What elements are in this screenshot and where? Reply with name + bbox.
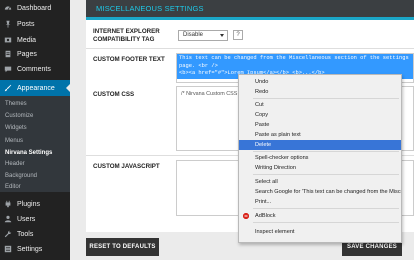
plugin-icon (4, 200, 12, 208)
context-item-paste[interactable]: Paste (239, 120, 401, 130)
footer-text-label: CUSTOM FOOTER TEXT (93, 56, 165, 63)
menu-item-label: Appearance (17, 84, 55, 92)
context-item-paste-plain[interactable]: Paste as plain text (239, 130, 401, 140)
context-item-print[interactable]: Print... (239, 197, 401, 207)
appearance-submenu: Themes Customize Widgets Menus Nirvana S… (0, 96, 70, 192)
submenu-item-background[interactable]: Background (5, 171, 37, 181)
comment-icon (4, 65, 12, 73)
context-item-writing-direction[interactable]: Writing Direction (239, 163, 401, 173)
menu-item-plugins[interactable]: Plugins (0, 196, 70, 212)
context-item-inspect[interactable]: Inspect element (239, 227, 401, 237)
menu-item-appearance[interactable]: Appearance (0, 80, 70, 96)
menu-item-comments[interactable]: Comments (0, 61, 70, 77)
context-item-cut[interactable]: Cut (239, 100, 401, 110)
context-item-select-all[interactable]: Select all (239, 177, 401, 187)
context-item-label: AdBlock (255, 213, 276, 219)
help-button[interactable]: ? (233, 30, 243, 40)
context-item-search-google[interactable]: Search Google for 'This text can be chan… (239, 187, 401, 197)
submenu-item-nirvana-settings[interactable]: Nirvana Settings (5, 148, 52, 158)
menu-item-label: Media (17, 36, 37, 44)
context-item-copy[interactable]: Copy (239, 110, 401, 120)
adblock-icon (243, 213, 249, 219)
ie-compat-label-line2: COMPATIBILITY TAG (93, 36, 155, 43)
ie-compat-label: INTERNET EXPLORER COMPATIBILITY TAG (93, 28, 160, 44)
section-title: MISCELLANEOUS SETTINGS (96, 4, 204, 13)
context-separator (253, 174, 399, 175)
ie-compat-select[interactable]: Disable (178, 30, 228, 41)
reset-defaults-button[interactable]: RESET TO DEFAULTS (86, 238, 159, 256)
chevron-down-icon (220, 34, 224, 37)
ie-compat-label-line1: INTERNET EXPLORER (93, 28, 160, 35)
submenu-item-customize[interactable]: Customize (5, 111, 33, 121)
menu-item-pages[interactable]: Pages (0, 46, 70, 62)
context-separator (253, 208, 399, 209)
submenu-item-menus[interactable]: Menus (5, 136, 23, 146)
context-item-adblock[interactable]: AdBlock (239, 211, 401, 221)
wrench-icon (4, 230, 12, 238)
context-menu: Undo Redo Cut Copy Paste Paste as plain … (238, 74, 402, 243)
custom-js-label: CUSTOM JAVASCRIPT (93, 163, 160, 170)
menu-item-label: Settings (17, 245, 43, 253)
ie-compat-select-value: Disable (183, 32, 204, 38)
brush-icon (4, 84, 12, 92)
context-separator (253, 151, 399, 152)
footer-text-line2: page. <br /> (179, 62, 218, 69)
pin-icon (4, 20, 12, 28)
section-header: MISCELLANEOUS SETTINGS (86, 0, 414, 20)
menu-item-label: Dashboard (17, 4, 52, 12)
users-icon (4, 215, 12, 223)
submenu-item-themes[interactable]: Themes (5, 99, 27, 109)
menu-item-label: Plugins (17, 200, 40, 208)
menu-item-posts[interactable]: Posts (0, 16, 70, 32)
menu-item-label: Users (17, 215, 36, 223)
context-item-undo[interactable]: Undo (239, 77, 401, 87)
settings-icon (4, 245, 12, 253)
menu-item-dashboard[interactable]: Dashboard (0, 0, 70, 16)
context-separator (253, 98, 399, 99)
media-icon (4, 36, 12, 44)
row-divider (86, 48, 414, 49)
menu-item-settings[interactable]: Settings (0, 241, 70, 257)
context-item-redo[interactable]: Redo (239, 87, 401, 97)
submenu-item-header[interactable]: Header (5, 159, 25, 169)
menu-item-label: Comments (17, 65, 51, 73)
context-item-delete[interactable]: Delete (239, 140, 401, 150)
page-icon (4, 50, 12, 58)
dashboard-icon (4, 4, 12, 12)
footer-text-line1: This text can be changed from the Miscel… (179, 55, 409, 61)
menu-item-label: Tools (17, 230, 34, 238)
context-item-spellcheck[interactable]: Spell-checker options (239, 153, 401, 163)
submenu-item-widgets[interactable]: Widgets (5, 123, 27, 133)
menu-item-label: Pages (17, 50, 37, 58)
menu-item-label: Posts (17, 20, 35, 28)
menu-item-users[interactable]: Users (0, 211, 70, 227)
menu-item-tools[interactable]: Tools (0, 226, 70, 242)
context-separator (253, 222, 399, 223)
active-indicator (66, 84, 70, 92)
admin-sidebar: Dashboard Posts Media Pages Comments App… (0, 0, 70, 260)
custom-css-label: CUSTOM CSS (93, 91, 135, 98)
custom-css-value: /* Nirvana Custom CSS */ (181, 91, 243, 97)
submenu-item-editor[interactable]: Editor (5, 182, 21, 192)
